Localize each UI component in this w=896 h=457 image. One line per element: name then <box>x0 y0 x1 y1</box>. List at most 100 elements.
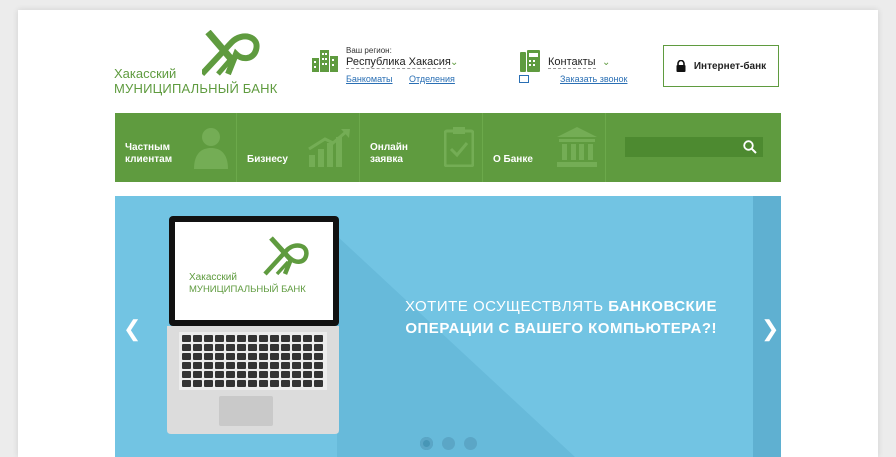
atms-link[interactable]: Банкоматы <box>346 74 393 84</box>
keyboard-key <box>182 380 191 387</box>
keyboard-key <box>248 362 257 369</box>
keyboard-key <box>226 353 235 360</box>
keyboard-key <box>226 362 235 369</box>
keyboard-key <box>204 371 213 378</box>
promo-slider: Хакасский МУНИЦИПАЛЬНЫЙ БАНК ХОТИТЕ ОСУЩ… <box>115 196 781 457</box>
keyboard-key <box>281 371 290 378</box>
keyboard-key <box>314 344 323 351</box>
keyboard-key <box>270 353 279 360</box>
keyboard-key <box>270 344 279 351</box>
slider-dot[interactable] <box>420 437 433 450</box>
laptop-logo-line2: МУНИЦИПАЛЬНЫЙ БАНК <box>189 283 306 295</box>
logo-text-line2: МУНИЦИПАЛЬНЫЙ БАНК <box>114 81 278 96</box>
keyboard-key <box>226 335 235 342</box>
internet-bank-button[interactable]: Интернет-банк <box>663 45 779 87</box>
keyboard-key <box>314 380 323 387</box>
nav-private-clients[interactable]: Частным клиентам <box>115 113 237 182</box>
keyboard-key <box>204 380 213 387</box>
keyboard-key <box>215 335 224 342</box>
keyboard-key <box>182 362 191 369</box>
keyboard-key <box>182 371 191 378</box>
page: Хакасский МУНИЦИПАЛЬНЫЙ БАНК Ваш регион:… <box>18 10 878 457</box>
main-nav: Частным клиентам Бизнесу Онлайн заявка О… <box>115 113 781 182</box>
bank-logo[interactable]: Хакасский МУНИЦИПАЛЬНЫЙ БАНК <box>114 30 284 100</box>
growth-chart-icon <box>308 129 350 167</box>
logo-text-line1: Хакасский <box>114 66 177 81</box>
order-call-link[interactable]: Заказать звонок <box>560 74 627 84</box>
slider-dot[interactable] <box>464 437 477 450</box>
keyboard-key <box>193 353 202 360</box>
region-dropdown[interactable]: Республика Хакасия <box>346 56 451 69</box>
keyboard-key <box>281 362 290 369</box>
keyboard-key <box>237 380 246 387</box>
keyboard-key <box>248 353 257 360</box>
keyboard-key <box>204 353 213 360</box>
keyboard-key <box>204 335 213 342</box>
banner-headline: ХОТИТЕ ОСУЩЕСТВЛЯТЬ БАНКОВСКИЕ ОПЕРАЦИИ … <box>405 296 717 340</box>
keyboard-key <box>270 362 279 369</box>
keyboard-key <box>259 371 268 378</box>
keyboard-key <box>303 380 312 387</box>
keyboard-key <box>259 380 268 387</box>
slider-next-arrow-icon[interactable]: ❯ <box>761 316 779 342</box>
slider-pagination <box>420 437 477 450</box>
keyboard-key <box>193 362 202 369</box>
branches-link[interactable]: Отделения <box>409 74 455 84</box>
nav-business[interactable]: Бизнесу <box>237 113 360 182</box>
keyboard-key <box>248 371 257 378</box>
keyboard-key <box>182 344 191 351</box>
keyboard-key <box>215 380 224 387</box>
slider-prev-arrow-icon[interactable]: ❮ <box>123 316 141 342</box>
keyboard-key <box>193 371 202 378</box>
city-icon <box>312 50 338 72</box>
keyboard-key <box>193 335 202 342</box>
chevron-down-icon[interactable]: ⌄ <box>602 57 610 68</box>
keyboard-key <box>226 380 235 387</box>
keyboard-key <box>226 344 235 351</box>
nav-label: Частным клиентам <box>125 142 173 165</box>
contacts-dropdown[interactable]: Контакты <box>548 56 596 69</box>
region-caption: Ваш регион: <box>346 46 392 55</box>
keyboard-key <box>270 380 279 387</box>
keyboard-key <box>292 335 301 342</box>
laptop-illustration: Хакасский МУНИЦИПАЛЬНЫЙ БАНК <box>167 216 339 434</box>
keyboard-key <box>237 344 246 351</box>
keyboard-key <box>248 335 257 342</box>
keyboard-key <box>303 335 312 342</box>
keyboard-key <box>215 371 224 378</box>
nav-online-request[interactable]: Онлайн заявка <box>360 113 483 182</box>
keyboard-key <box>215 353 224 360</box>
keyboard-key <box>292 362 301 369</box>
keyboard-key <box>226 371 235 378</box>
keyboard-key <box>281 335 290 342</box>
keyboard-key <box>259 362 268 369</box>
nav-label: О Банке <box>493 154 533 165</box>
keyboard-key <box>270 335 279 342</box>
keyboard-key <box>259 344 268 351</box>
keyboard-key <box>303 344 312 351</box>
keyboard-key <box>303 353 312 360</box>
search-input[interactable] <box>625 137 763 157</box>
search-icon[interactable] <box>743 140 757 154</box>
logo-mark-icon <box>202 30 260 77</box>
keyboard-key <box>182 353 191 360</box>
keyboard-key <box>237 353 246 360</box>
internet-bank-label: Интернет-банк <box>693 60 767 72</box>
keyboard-key <box>259 335 268 342</box>
keyboard-key <box>215 362 224 369</box>
headline-bold-1: БАНКОВСКИЕ <box>608 298 717 315</box>
keyboard-key <box>193 380 202 387</box>
keyboard-key <box>248 344 257 351</box>
clipboard-icon <box>444 127 474 167</box>
keyboard-key <box>237 335 246 342</box>
keyboard-key <box>237 371 246 378</box>
chevron-down-icon[interactable]: ⌄ <box>450 57 458 68</box>
keyboard-key <box>292 344 301 351</box>
headline-plain: ХОТИТЕ ОСУЩЕСТВЛЯТЬ <box>405 298 609 315</box>
slider-dot[interactable] <box>442 437 455 450</box>
keyboard-key <box>281 380 290 387</box>
nav-about-bank[interactable]: О Банке <box>483 113 606 182</box>
keyboard-key <box>204 344 213 351</box>
lock-icon <box>676 60 686 72</box>
keyboard-key <box>270 371 279 378</box>
